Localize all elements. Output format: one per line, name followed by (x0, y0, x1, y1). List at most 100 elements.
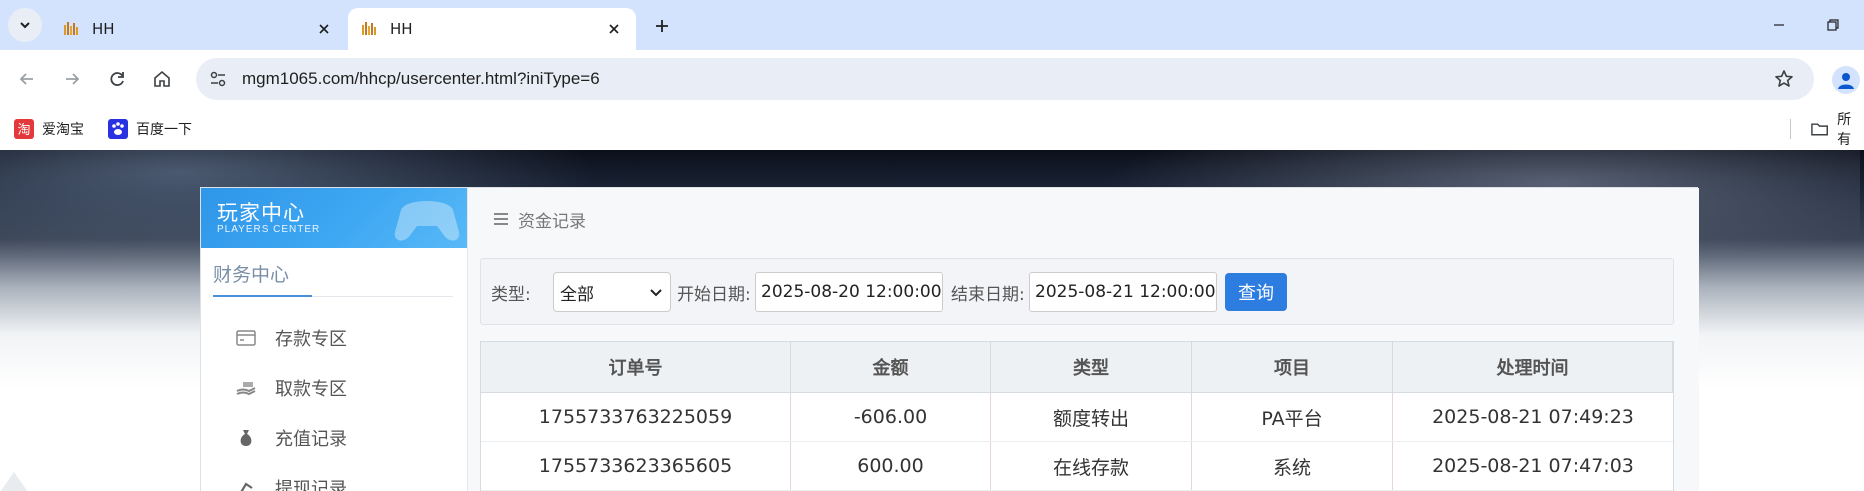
restore-icon (1827, 19, 1839, 31)
all-bookmarks-button[interactable]: 所有 (1810, 112, 1864, 148)
type-select-value: 全部 (560, 284, 594, 305)
main-content: 资金记录 类型: 全部 开始日期: 2025-08-20 12:00:00 结束… (467, 188, 1699, 491)
new-tab-button[interactable] (648, 12, 676, 40)
sidebar-item-label: 提现记录 (275, 479, 347, 491)
url-text[interactable]: mgm1065.com/hhcp/usercenter.html?iniType… (242, 69, 600, 89)
tab-search-button[interactable] (8, 8, 42, 42)
cell-order-no: 1755733763225059 (481, 393, 791, 441)
table-header-row: 订单号 金额 类型 项目 处理时间 (481, 342, 1673, 393)
cell-item: PA平台 (1192, 393, 1393, 441)
sidebar-item-withdraw[interactable]: 取款专区 (235, 373, 347, 403)
bookmark-label: 百度一下 (136, 122, 192, 138)
table-row[interactable]: 1755733763225059 -606.00 额度转出 PA平台 2025-… (481, 393, 1673, 442)
browser-toolbar: mgm1065.com/hhcp/usercenter.html?iniType… (0, 50, 1864, 108)
column-header-amount: 金额 (791, 342, 991, 392)
cell-item: 系统 (1192, 442, 1393, 490)
section-title: 财务中心 (213, 264, 290, 286)
sidebar-item-recharge-records[interactable]: 充值记录 (235, 423, 347, 453)
sidebar-item-label: 存款专区 (275, 329, 347, 350)
decorative-shape (0, 472, 28, 491)
end-date-value: 2025-08-21 12:00:00 (1035, 282, 1216, 302)
bookmarks-bar: 淘 爱淘宝 百度一下 所有 (0, 108, 1864, 150)
cell-time: 2025-08-21 07:47:03 (1432, 455, 1634, 477)
bookmark-item[interactable]: 淘 爱淘宝 (14, 114, 84, 144)
restore-window-button[interactable] (1818, 10, 1848, 40)
query-button[interactable]: 查询 (1225, 273, 1287, 311)
person-icon (1838, 73, 1854, 89)
profile-avatar-button[interactable] (1832, 66, 1860, 94)
players-center-banner: 玩家中心 PLAYERS CENTER (201, 188, 467, 248)
cell-order-no: 1755733623365605 (481, 442, 791, 490)
plus-icon (656, 20, 668, 32)
sidebar: 玩家中心 PLAYERS CENTER 财务中心 存款专区 取款专区 充值记录 … (201, 188, 467, 491)
browser-tab[interactable]: HH (50, 8, 346, 50)
end-date-input[interactable]: 2025-08-21 12:00:00 (1029, 272, 1217, 312)
site-favicon-icon (362, 22, 376, 35)
bookmark-item[interactable]: 百度一下 (108, 114, 192, 144)
svg-text:淘: 淘 (17, 123, 30, 138)
sidebar-item-deposit[interactable]: 存款专区 (235, 323, 347, 353)
start-date-input[interactable]: 2025-08-20 12:00:00 (755, 272, 943, 312)
user-center-panel: 玩家中心 PLAYERS CENTER 财务中心 存款专区 取款专区 充值记录 … (200, 187, 1699, 491)
cell-amount: 600.00 (791, 442, 991, 490)
all-bookmarks-label: 所有 (1837, 112, 1852, 148)
brand-subtitle: PLAYERS CENTER (217, 224, 321, 235)
column-header-time: 处理时间 (1393, 342, 1673, 392)
end-date-label: 结束日期: (951, 285, 1025, 305)
withdraw-icon (235, 477, 257, 491)
chevron-down-icon (20, 22, 30, 29)
bookmark-label: 爱淘宝 (42, 122, 84, 138)
gamepad-icon (394, 201, 460, 241)
folder-icon (1811, 123, 1828, 136)
sidebar-item-withdraw-records[interactable]: 提现记录 (235, 473, 347, 491)
page-title-text: 资金记录 (518, 211, 586, 232)
brand-title: 玩家中心 (217, 201, 305, 225)
column-header-type: 类型 (991, 342, 1192, 392)
hand-cash-icon (235, 377, 257, 399)
sidebar-item-label: 取款专区 (275, 379, 347, 400)
cell-type: 额度转出 (991, 393, 1192, 441)
arrow-left-icon (19, 73, 33, 85)
reload-button[interactable] (100, 62, 134, 96)
home-button[interactable] (145, 62, 179, 96)
close-icon (319, 24, 329, 34)
table-row[interactable]: 1755733623365605 600.00 在线存款 系统 2025-08-… (481, 442, 1673, 491)
type-select[interactable]: 全部 (553, 272, 671, 312)
column-header-item: 项目 (1192, 342, 1393, 392)
start-date-value: 2025-08-20 12:00:00 (761, 282, 942, 302)
home-icon (154, 70, 170, 87)
baidu-paw-icon (108, 119, 128, 139)
page-background: 玩家中心 PLAYERS CENTER 财务中心 存款专区 取款专区 充值记录 … (0, 150, 1864, 491)
money-bag-icon (235, 427, 257, 449)
tune-icon (210, 71, 226, 87)
card-icon (235, 327, 257, 349)
back-button[interactable] (10, 62, 44, 96)
cell-type: 在线存款 (991, 442, 1192, 490)
bookmark-star-button[interactable] (1772, 67, 1796, 91)
taobao-icon: 淘 (14, 119, 34, 139)
section-underline-accent (213, 295, 312, 297)
records-table: 订单号 金额 类型 项目 处理时间 1755733763225059 -606.… (480, 341, 1674, 491)
reload-icon (110, 72, 124, 86)
tab-title: HH (92, 20, 115, 38)
menu-icon (494, 213, 508, 225)
forward-button[interactable] (55, 62, 89, 96)
close-tab-button[interactable] (602, 17, 626, 41)
minimize-icon (1774, 24, 1784, 26)
close-icon (609, 24, 619, 34)
chevron-down-icon (650, 289, 662, 297)
browser-tab-active[interactable]: HH (348, 8, 636, 50)
tab-title: HH (390, 20, 413, 38)
close-tab-button[interactable] (312, 17, 336, 41)
sidebar-item-label: 充值记录 (275, 429, 347, 450)
type-label: 类型: (491, 285, 531, 305)
start-date-label: 开始日期: (677, 285, 751, 305)
page-title: 资金记录 (492, 206, 586, 232)
site-info-button[interactable] (206, 67, 230, 91)
address-bar[interactable]: mgm1065.com/hhcp/usercenter.html?iniType… (196, 58, 1814, 100)
browser-tab-strip: HH HH (0, 0, 1864, 50)
cell-time: 2025-08-21 07:49:23 (1432, 406, 1634, 428)
cell-amount: -606.00 (791, 393, 991, 441)
minimize-window-button[interactable] (1764, 10, 1794, 40)
site-favicon-icon (64, 22, 78, 35)
